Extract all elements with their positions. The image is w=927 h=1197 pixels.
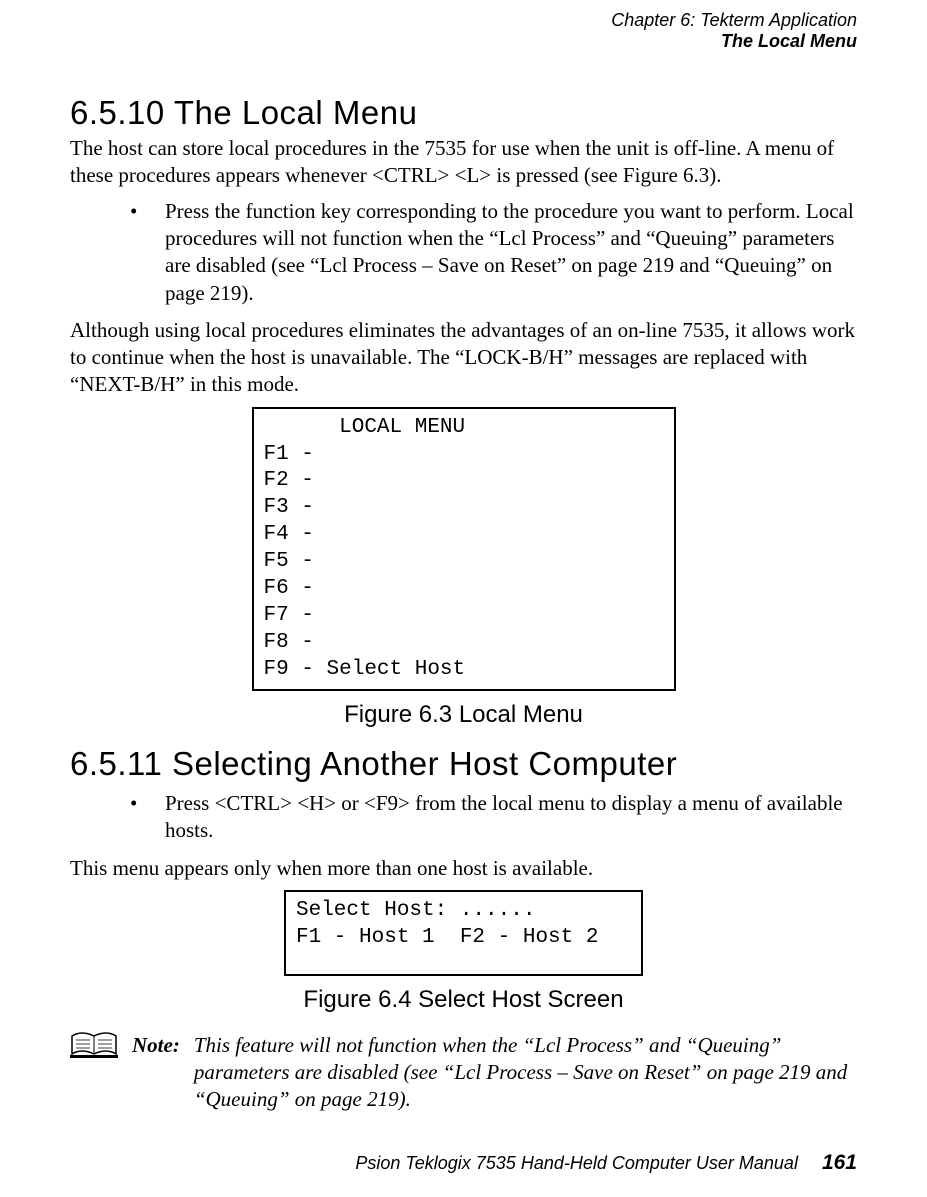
paragraph: This menu appears only when more than on… [70, 855, 857, 882]
book-icon [70, 1032, 118, 1060]
paragraph: Although using local procedures eliminat… [70, 317, 857, 399]
note-label: Note: [132, 1032, 180, 1059]
section-heading-6510: 6.5.10 The Local Menu [70, 96, 857, 131]
header-chapter: Chapter 6: Tekterm Application [70, 10, 857, 31]
list-item: Press <CTRL> <H> or <F9> from the local … [70, 790, 857, 845]
figure-caption-6-4: Figure 6.4 Select Host Screen [70, 986, 857, 1014]
note-text: This feature will not function when the … [194, 1032, 857, 1114]
section-heading-6511: 6.5.11 Selecting Another Host Computer [70, 747, 857, 782]
bullet-list: Press <CTRL> <H> or <F9> from the local … [70, 790, 857, 845]
header-section: The Local Menu [70, 31, 857, 52]
list-item: Press the function key corresponding to … [70, 198, 857, 307]
terminal-select-host: Select Host: ...... F1 - Host 1 F2 - Hos… [284, 890, 643, 976]
page-footer: Psion Teklogix 7535 Hand-Held Computer U… [355, 1151, 857, 1175]
paragraph: The host can store local procedures in t… [70, 135, 857, 190]
terminal-local-menu: LOCAL MENU F1 - F2 - F3 - F4 - F5 - F6 -… [252, 407, 676, 692]
page-number: 161 [822, 1151, 857, 1175]
running-header: Chapter 6: Tekterm Application The Local… [70, 10, 857, 51]
note-block: Note: This feature will not function whe… [70, 1032, 857, 1114]
bullet-list: Press the function key corresponding to … [70, 198, 857, 307]
manual-title: Psion Teklogix 7535 Hand-Held Computer U… [355, 1153, 798, 1174]
figure-caption-6-3: Figure 6.3 Local Menu [70, 701, 857, 729]
